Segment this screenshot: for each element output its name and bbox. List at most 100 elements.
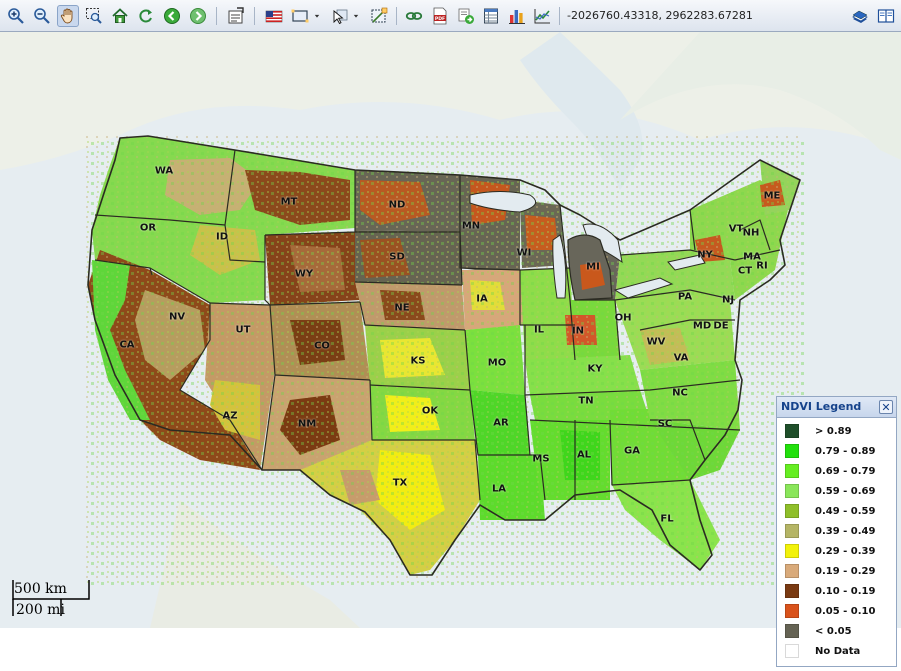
select-box-button[interactable] [289,5,311,27]
legend-item: > 0.89 [785,423,852,439]
legend-item: < 0.05 [785,623,852,639]
legend-label: 0.10 - 0.19 [815,585,876,597]
zoom-out-button[interactable] [31,5,53,27]
export-icon [458,8,474,24]
close-icon[interactable]: ✕ [879,400,893,414]
identify-icon [228,7,244,24]
zoom-box-button[interactable] [83,5,105,27]
zoom-out-icon [34,8,50,24]
legend-item: 0.10 - 0.19 [785,583,875,599]
state-label: MS [532,453,550,465]
pdf-icon: PDF [433,7,447,25]
us-flag-icon [265,10,283,23]
legend-item: 0.39 - 0.49 [785,523,875,539]
forward-icon [190,8,206,24]
link-button[interactable] [403,5,425,27]
state-label: GA [624,445,640,457]
state-label: FL [660,513,674,525]
legend-title: NDVI Legend [781,400,862,413]
link-icon [405,12,423,20]
clear-selection-button[interactable] [368,5,390,27]
legend-swatch [785,524,799,538]
legend-swatch [785,484,799,498]
pan-button[interactable] [57,5,79,27]
state-label: SC [657,418,673,430]
select-arrow-dropdown-icon [353,14,359,18]
legend-item: No Data [785,643,860,659]
legend-item: 0.29 - 0.39 [785,543,875,559]
back-button[interactable] [161,5,183,27]
state-label: WI [516,247,532,259]
legend-label: 0.49 - 0.59 [815,505,876,517]
state-label: UT [235,324,251,336]
state-label: CO [314,340,330,352]
toolbar-separator [216,7,217,25]
state-label: VT [728,223,744,235]
state-label: MD [692,320,712,332]
refresh-button[interactable] [135,5,157,27]
export-button[interactable] [455,5,477,27]
state-label: ID [215,231,229,243]
book-open-icon [877,9,895,23]
legend-swatch [785,444,799,458]
state-label: DE [713,320,729,332]
legend-label: No Data [815,645,861,657]
select-arrow-dropdown-button[interactable] [350,5,362,27]
table-button[interactable] [480,5,502,27]
select-dropdown-button[interactable] [311,5,323,27]
scale-km-label: 500 km [14,581,67,597]
select-box-icon [291,9,309,23]
legend-label: 0.29 - 0.39 [815,545,876,557]
state-label: AR [493,417,509,429]
state-label: ND [388,199,406,211]
state-label: ME [763,190,781,202]
line-chart-icon [534,9,550,24]
state-label: AL [576,449,592,461]
state-label: MO [487,357,507,369]
zoom-to-box-icon [86,8,102,24]
select-dropdown-icon [314,14,320,18]
coordinate-readout: -2026760.43318, 2962283.67281 [567,9,753,22]
state-label: IA [476,293,488,305]
legend-swatch [785,424,799,438]
legend-label: 0.79 - 0.89 [815,445,876,457]
us-extent-button[interactable] [263,5,285,27]
legend-item: 0.05 - 0.10 [785,603,875,619]
legend-label: 0.39 - 0.49 [815,525,876,537]
state-label: NY [697,249,713,261]
legend-swatch [785,584,799,598]
state-label: NH [742,227,760,239]
legend-item: 0.69 - 0.79 [785,463,875,479]
book-blue-icon [852,10,868,23]
line-chart-button[interactable] [531,5,553,27]
legend-item: 0.59 - 0.69 [785,483,875,499]
state-label: NM [297,418,317,430]
state-label: AZ [222,410,238,422]
state-label: OK [421,405,439,417]
state-label: OR [139,222,157,234]
legend-swatch [785,544,799,558]
pan-hand-icon [60,8,73,24]
state-label: KS [410,355,426,367]
legend-swatch [785,504,799,518]
bar-chart-button[interactable] [506,5,528,27]
full-extent-button[interactable] [109,5,131,27]
state-label: MT [280,196,298,208]
map-canvas[interactable]: WA OR CA NV ID MT WY UT AZ CO NM ND SD N… [0,32,901,628]
state-label: LA [491,483,507,495]
forward-button[interactable] [187,5,209,27]
guide-book-button[interactable] [875,5,897,27]
zoom-in-icon [8,8,24,24]
pdf-button[interactable]: PDF [429,5,451,27]
legend-swatch [785,624,799,638]
zoom-in-button[interactable] [5,5,27,27]
state-label: IL [533,324,545,336]
identify-button[interactable] [225,5,247,27]
ndvi-legend-panel: NDVI Legend ✕ > 0.89 0.79 - 0.89 0.69 - 0.… [776,396,897,667]
help-book-button[interactable] [849,5,871,27]
select-arrow-button[interactable] [329,5,351,27]
state-label: KY [587,363,603,375]
legend-item: 0.79 - 0.89 [785,443,875,459]
legend-label: > 0.89 [815,425,852,437]
legend-swatch [785,604,799,618]
